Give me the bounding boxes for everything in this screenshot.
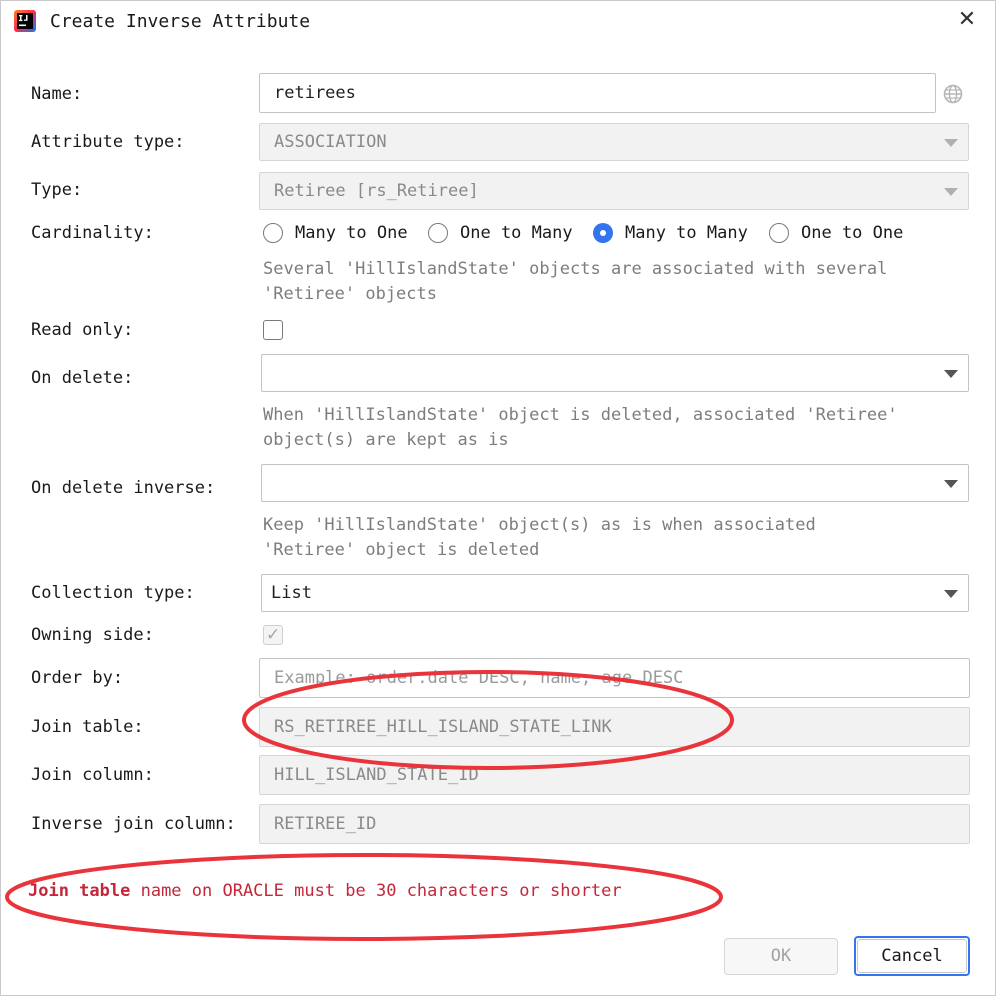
attribute-type-value: ASSOCIATION xyxy=(274,132,387,152)
cancel-button-label: Cancel xyxy=(881,946,943,966)
name-value: retirees xyxy=(274,83,356,103)
intellij-idea-icon xyxy=(14,10,36,32)
cardinality-hint-line2: 'Retiree' objects xyxy=(263,284,437,304)
on-delete-inverse-select[interactable] xyxy=(261,464,969,502)
name-input[interactable]: retirees xyxy=(259,73,936,113)
on-delete-select[interactable] xyxy=(261,354,969,392)
title-bar: Create Inverse Attribute ✕ xyxy=(1,1,995,45)
on-delete-label: On delete: xyxy=(31,368,134,388)
collection-type-label: Collection type: xyxy=(31,583,195,603)
inverse-join-column-input: RETIREE_ID xyxy=(259,804,970,844)
checkmark-icon: ✓ xyxy=(266,625,281,645)
on-delete-hint-line1: When 'HillIslandState' object is deleted… xyxy=(263,405,898,425)
inverse-join-column-label: Inverse join column: xyxy=(31,814,236,834)
chevron-down-icon xyxy=(944,480,958,488)
ok-button[interactable]: OK xyxy=(724,938,838,975)
order-by-placeholder: Example: order.date DESC, name, age DESC xyxy=(274,668,684,688)
dialog-title: Create Inverse Attribute xyxy=(50,11,311,32)
join-table-input: RS_RETIREE_HILL_ISLAND_STATE_LINK xyxy=(259,707,970,747)
close-icon[interactable]: ✕ xyxy=(955,8,979,32)
chevron-down-icon xyxy=(944,590,958,598)
on-delete-inverse-label: On delete inverse: xyxy=(31,478,216,498)
globe-icon[interactable] xyxy=(942,83,964,105)
collection-type-value: List xyxy=(271,583,312,603)
cancel-button[interactable]: Cancel xyxy=(854,936,970,976)
order-by-input[interactable]: Example: order.date DESC, name, age DESC xyxy=(259,658,970,698)
collection-type-select[interactable]: List xyxy=(261,574,969,612)
owning-side-label: Owning side: xyxy=(31,625,154,645)
chevron-down-icon xyxy=(944,370,958,378)
error-message: name on ORACLE must be 30 characters or … xyxy=(130,881,622,901)
type-value: Retiree [rs_Retiree] xyxy=(274,181,479,201)
read-only-label: Read only: xyxy=(31,320,134,340)
read-only-checkbox[interactable] xyxy=(263,320,283,340)
join-column-label: Join column: xyxy=(31,765,154,785)
type-select: Retiree [rs_Retiree] xyxy=(259,172,969,210)
name-label: Name: xyxy=(31,84,83,104)
inverse-join-column-value: RETIREE_ID xyxy=(274,814,377,834)
validation-error: Join table name on ORACLE must be 30 cha… xyxy=(28,881,622,901)
join-column-input: HILL_ISLAND_STATE_ID xyxy=(259,755,970,795)
type-label: Type: xyxy=(31,180,83,200)
radio-one-to-many-label[interactable]: One to Many xyxy=(460,223,573,243)
radio-many-to-one[interactable] xyxy=(263,223,283,243)
attribute-type-select: ASSOCIATION xyxy=(259,123,969,161)
join-column-value: HILL_ISLAND_STATE_ID xyxy=(274,765,479,785)
owning-side-checkbox: ✓ xyxy=(263,625,283,645)
chevron-down-icon xyxy=(944,139,958,147)
error-field-name: Join table xyxy=(28,881,131,901)
attribute-type-label: Attribute type: xyxy=(31,132,185,152)
join-table-label: Join table: xyxy=(31,717,144,737)
radio-one-to-one[interactable] xyxy=(769,223,789,243)
chevron-down-icon xyxy=(944,188,958,196)
radio-one-to-many[interactable] xyxy=(428,223,448,243)
cardinality-label: Cardinality: xyxy=(31,223,154,243)
radio-many-to-many[interactable] xyxy=(593,223,613,243)
join-table-value: RS_RETIREE_HILL_ISLAND_STATE_LINK xyxy=(274,717,612,737)
create-inverse-attribute-dialog: Create Inverse Attribute ✕ Name: retiree… xyxy=(0,0,996,996)
cardinality-hint-line1: Several 'HillIslandState' objects are as… xyxy=(263,259,888,279)
on-delete-inverse-hint-line2: 'Retiree' object is deleted xyxy=(263,540,540,560)
on-delete-hint-line2: object(s) are kept as is xyxy=(263,430,509,450)
radio-many-to-many-label[interactable]: Many to Many xyxy=(625,223,748,243)
radio-one-to-one-label[interactable]: One to One xyxy=(801,223,903,243)
radio-many-to-one-label[interactable]: Many to One xyxy=(295,223,408,243)
on-delete-inverse-hint-line1: Keep 'HillIslandState' object(s) as is w… xyxy=(263,515,816,535)
order-by-label: Order by: xyxy=(31,668,124,688)
